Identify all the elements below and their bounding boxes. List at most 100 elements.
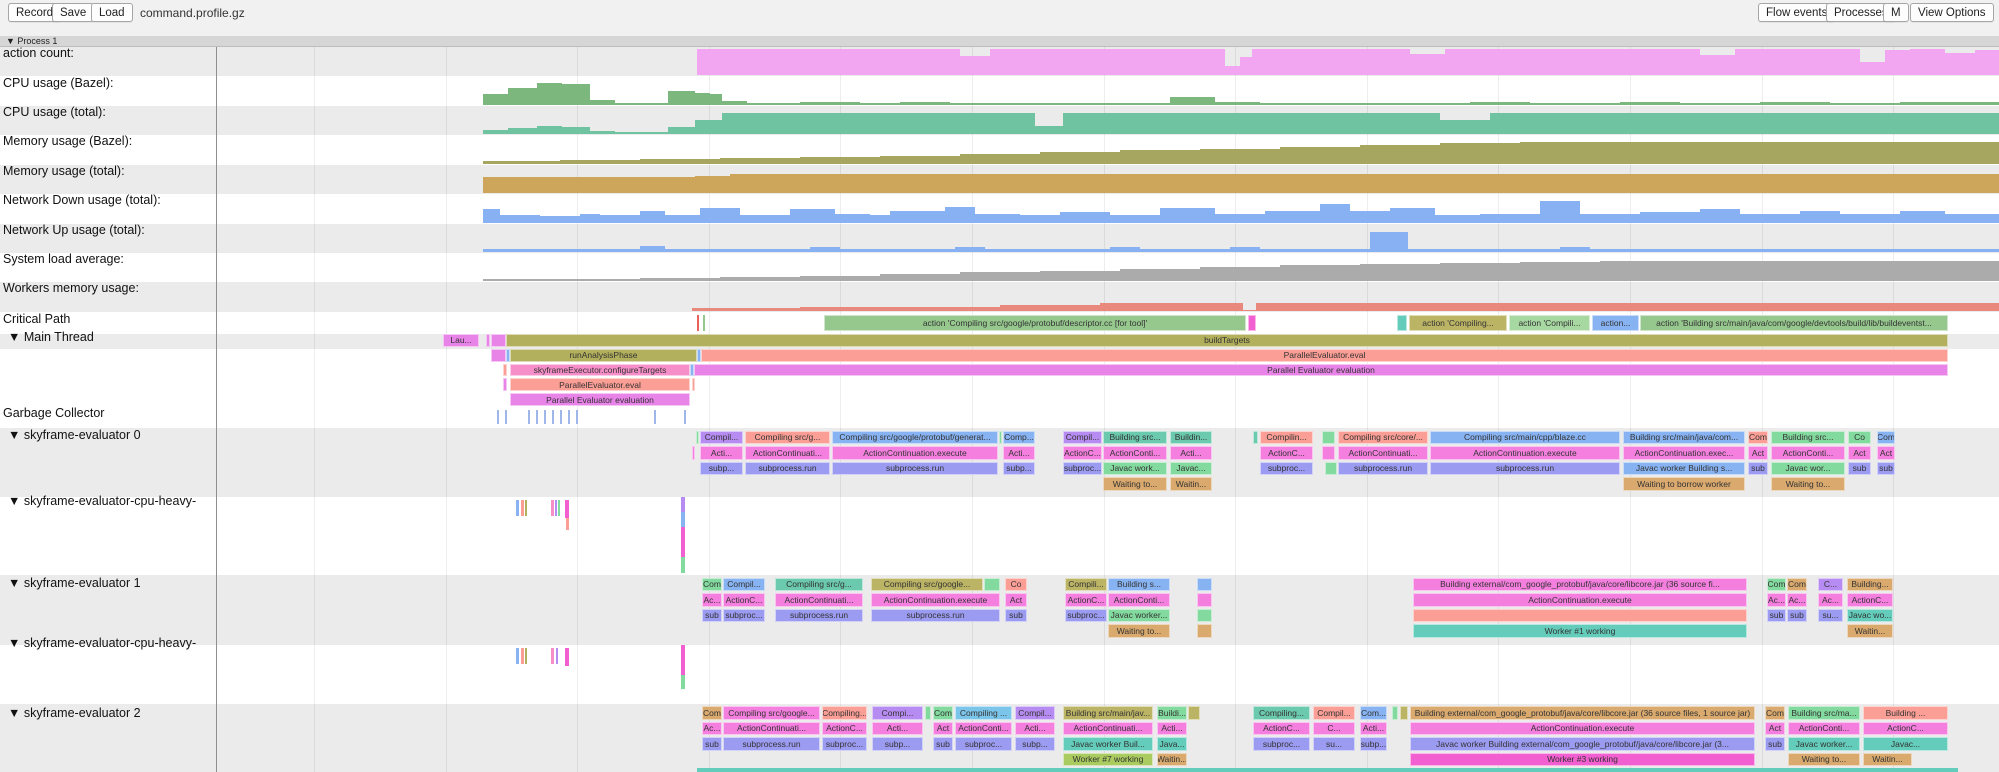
- counter-bar-cpu-usage-bazel[interactable]: [900, 102, 950, 105]
- trace-event[interactable]: sub: [933, 737, 953, 751]
- gc-event-tick[interactable]: [560, 410, 562, 424]
- trace-event[interactable]: Waiting to borrow worker: [1623, 477, 1745, 491]
- trace-event[interactable]: subproc...: [1063, 462, 1102, 476]
- counter-bar-workers-memory-usage[interactable]: [1100, 303, 1243, 311]
- trace-event[interactable]: runAnalysisPhase: [510, 349, 697, 362]
- skyframe-evaluator-cpu-heavy-2-event[interactable]: [516, 648, 519, 664]
- skyframe-evaluator-cpu-heavy-1-event[interactable]: [566, 518, 569, 530]
- trace-event[interactable]: Building external/com_google_protobuf/ja…: [1410, 706, 1755, 720]
- trace-event[interactable]: sub: [1848, 462, 1871, 476]
- counter-bar-memory-usage-bazel[interactable]: [1200, 149, 1280, 164]
- counter-bar-cpu-usage-bazel[interactable]: [1215, 102, 1260, 105]
- trace-event[interactable]: Waiting to...: [1788, 753, 1860, 767]
- trace-event[interactable]: subproc...: [822, 737, 867, 751]
- trace-event[interactable]: ParallelEvaluator.eval: [701, 349, 1948, 362]
- trace-event[interactable]: Act: [1765, 722, 1785, 736]
- trace-event[interactable]: [1197, 593, 1212, 607]
- counter-bar-network-down-usage[interactable]: [835, 214, 870, 223]
- trace-event[interactable]: Building...: [1847, 578, 1893, 592]
- skyframe-evaluator-cpu-heavy-1-event[interactable]: [681, 512, 685, 527]
- gc-event-tick[interactable]: [568, 410, 570, 424]
- trace-event[interactable]: [1197, 609, 1212, 623]
- trace-event[interactable]: subprocess.run: [832, 462, 998, 476]
- counter-bar-cpu-usage-bazel[interactable]: [1620, 102, 1680, 105]
- counter-bar-cpu-usage-bazel[interactable]: [508, 88, 537, 105]
- trace-event[interactable]: Compil...: [1313, 706, 1355, 720]
- counter-bar-memory-usage-bazel[interactable]: [1040, 152, 1120, 164]
- counter-bar-cpu-usage-bazel[interactable]: [1830, 103, 1900, 105]
- trace-event[interactable]: C...: [1818, 578, 1843, 592]
- trace-event[interactable]: Waitin...: [1157, 753, 1187, 767]
- skyframe-evaluator-cpu-heavy-1-event[interactable]: [521, 500, 524, 516]
- counter-bar-system-load-average[interactable]: [1520, 262, 1600, 281]
- trace-event[interactable]: Javac...: [1863, 737, 1948, 751]
- counter-bar-network-down-usage[interactable]: [890, 211, 945, 223]
- trace-event[interactable]: Acti...: [1170, 446, 1212, 460]
- skyframe-evaluator-cpu-heavy-2-event[interactable]: [556, 648, 558, 664]
- trace-event[interactable]: Javac wor...: [1771, 462, 1845, 476]
- counter-bar-network-down-usage[interactable]: [1060, 212, 1110, 223]
- skyframe-evaluator-cpu-heavy-1-event[interactable]: [555, 500, 557, 516]
- trace-event[interactable]: C...: [1313, 722, 1355, 736]
- trace-event[interactable]: ActionC...: [822, 722, 867, 736]
- trace-event[interactable]: su...: [1818, 609, 1843, 623]
- counter-bar-cpu-usage-total[interactable]: [483, 130, 508, 134]
- trace-event[interactable]: subprocess.run: [1338, 462, 1428, 476]
- trace-event[interactable]: subprocess.run: [871, 609, 1000, 623]
- trace-event[interactable]: Compil...: [700, 431, 743, 445]
- trace-event[interactable]: Waitin...: [1863, 753, 1912, 767]
- trace-event[interactable]: Building src/main/java/com...: [1623, 431, 1745, 445]
- trace-event[interactable]: Com: [1877, 431, 1895, 445]
- trace-event[interactable]: ActionC...: [723, 593, 765, 607]
- counter-bar-workers-memory-usage[interactable]: [1243, 310, 1256, 311]
- counter-bar-network-down-usage[interactable]: [1740, 214, 1800, 223]
- counter-bar-system-load-average[interactable]: [1200, 267, 1280, 281]
- trace-event[interactable]: [1322, 446, 1335, 460]
- gc-event-tick[interactable]: [544, 410, 546, 424]
- trace-event[interactable]: Waiting to...: [1771, 477, 1845, 491]
- counter-bar-action-count[interactable]: [1910, 49, 1945, 75]
- counter-bar-memory-usage-bazel[interactable]: [1280, 147, 1360, 164]
- trace-event[interactable]: Lau...: [443, 334, 479, 347]
- trace-event[interactable]: ParallelEvaluator.eval: [510, 378, 690, 391]
- counter-bar-memory-usage-bazel[interactable]: [640, 159, 720, 164]
- trace-event[interactable]: Parallel Evaluator evaluation: [510, 393, 690, 406]
- counter-bar-memory-usage-total[interactable]: [483, 177, 695, 193]
- trace-event[interactable]: Worker #7 working: [1063, 753, 1153, 767]
- counter-bar-network-down-usage[interactable]: [790, 209, 835, 223]
- trace-event[interactable]: Waiting to...: [1108, 624, 1170, 638]
- trace-event[interactable]: Com: [1765, 706, 1785, 720]
- save-button[interactable]: Save: [52, 3, 94, 22]
- counter-bar-system-load-average[interactable]: [1440, 263, 1520, 281]
- trace-event[interactable]: [692, 378, 695, 391]
- skyframe-evaluator-cpu-heavy-2-event[interactable]: [681, 675, 685, 689]
- counter-bar-network-up-usage[interactable]: [955, 247, 985, 252]
- counter-bar-action-count[interactable]: [1240, 57, 1252, 75]
- gc-event-tick[interactable]: [505, 410, 507, 424]
- counter-bar-network-up-usage[interactable]: [665, 249, 810, 252]
- counter-bar-action-count[interactable]: [1975, 50, 1999, 75]
- trace-event[interactable]: skyframeExecutor.configureTargets: [510, 364, 690, 377]
- trace-event[interactable]: Compiling src/google...: [723, 706, 820, 720]
- counter-bar-cpu-usage-bazel[interactable]: [1080, 103, 1170, 105]
- trace-event[interactable]: [1253, 431, 1258, 445]
- counter-bar-cpu-usage-bazel[interactable]: [1035, 103, 1080, 105]
- trace-event[interactable]: subproc...: [955, 737, 1012, 751]
- trace-event[interactable]: Compiling ...: [955, 706, 1012, 720]
- counter-bar-system-load-average[interactable]: [483, 279, 560, 281]
- counter-bar-network-down-usage[interactable]: [1900, 211, 1945, 223]
- trace-event[interactable]: [696, 431, 699, 445]
- trace-event[interactable]: Buildi...: [1157, 706, 1187, 720]
- trace-event[interactable]: Parallel Evaluator evaluation: [694, 364, 1948, 377]
- trace-event[interactable]: Compiling src/google/protobuf/generat...: [832, 431, 998, 445]
- skyframe-evaluator-cpu-heavy-1-event[interactable]: [681, 557, 685, 573]
- trace-event[interactable]: [1413, 609, 1747, 623]
- trace-event[interactable]: [491, 334, 506, 347]
- counter-bar-cpu-usage-total[interactable]: [590, 131, 615, 134]
- trace-event[interactable]: ActionContinuation.execute: [871, 593, 1000, 607]
- counter-bar-cpu-usage-total[interactable]: [695, 120, 722, 134]
- counter-bar-action-count[interactable]: [1225, 66, 1240, 75]
- counter-bar-action-count[interactable]: [1700, 55, 1735, 75]
- counter-bar-system-load-average[interactable]: [1280, 265, 1360, 281]
- trace-event[interactable]: su...: [1313, 737, 1355, 751]
